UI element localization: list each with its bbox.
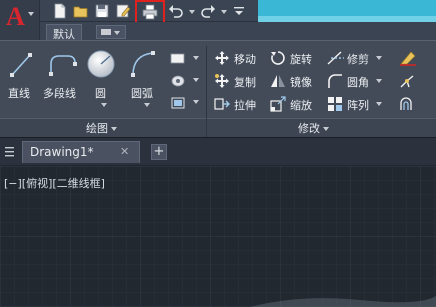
polyline-tool-label[interactable]: 多段线 [43,85,76,101]
circle-tool-label[interactable]: 圆 [95,85,106,101]
chevron-down-icon [111,127,117,131]
circle-tool-icon[interactable] [86,49,116,79]
line-tool-label[interactable]: 直线 [8,85,30,101]
redo-icon[interactable] [200,3,216,19]
fillet-dropdown-icon[interactable] [376,79,382,83]
stretch-label[interactable]: 拉伸 [234,97,256,113]
boundary-dropdown-icon[interactable] [193,100,199,104]
scale-label[interactable]: 缩放 [290,97,312,113]
document-tab-label[interactable]: Drawing1* [30,145,94,159]
offset-icon[interactable] [399,96,417,112]
circle-dropdown-icon[interactable] [101,103,107,107]
undo-icon[interactable] [168,3,184,19]
panel-divider [206,118,207,137]
fillet-icon[interactable] [327,73,343,89]
autocad-window: A 默认 直线 多段线 圆 圆弧 移动 旋转 修剪 复制 镜像 圆角 拉伸 缩放… [0,0,436,307]
draw-panel-label: 绘图 [86,122,108,135]
ribbon-view-toggle[interactable] [96,25,126,39]
chevron-down-icon [28,12,34,16]
array-dropdown-icon[interactable] [376,102,382,106]
panel-title-bar [0,118,436,137]
redo-dropdown-icon[interactable] [221,10,227,14]
hatch-tool-icon[interactable] [170,74,186,88]
array-icon[interactable] [327,96,343,112]
rectangle-dropdown-icon[interactable] [193,56,199,60]
stretch-icon[interactable] [214,96,230,112]
fillet-label[interactable]: 圆角 [347,74,369,90]
save-icon[interactable] [94,3,110,19]
application-menu-button[interactable]: A [0,0,40,40]
modify-panel-title[interactable]: 修改 [298,120,329,136]
hatch-dropdown-icon[interactable] [193,78,199,82]
arc-dropdown-icon[interactable] [144,103,150,107]
arc-tool-label[interactable]: 圆弧 [131,85,153,101]
explode-icon[interactable] [399,73,417,89]
undo-dropdown-icon[interactable] [189,10,195,14]
trim-label[interactable]: 修剪 [347,51,369,67]
boundary-tool-icon[interactable] [170,96,186,110]
chevron-down-icon [323,127,329,131]
mirror-icon[interactable] [270,73,286,89]
trim-dropdown-icon[interactable] [376,56,382,60]
trim-icon[interactable] [327,50,345,66]
line-tool-icon[interactable] [9,52,33,78]
tab-default[interactable]: 默认 [46,24,82,41]
array-label[interactable]: 阵列 [347,97,369,113]
save-as-icon[interactable] [115,3,131,19]
rotate-icon[interactable] [270,50,286,66]
mirror-label[interactable]: 镜像 [290,74,312,90]
arc-tool-icon[interactable] [130,50,156,78]
copy-icon[interactable] [214,73,230,89]
rectangle-tool-icon[interactable] [170,52,186,66]
new-file-icon[interactable] [52,3,68,19]
title-area [258,0,436,22]
panel-toggle-icon [101,29,120,35]
move-label[interactable]: 移动 [234,51,256,67]
menu-lines-icon[interactable] [5,146,15,158]
autocad-logo-icon: A [6,2,25,31]
modify-panel-label: 修改 [298,122,320,135]
move-icon[interactable] [214,50,230,66]
close-icon[interactable]: ✕ [120,145,129,158]
customize-toolbar-icon[interactable] [233,5,245,17]
draw-panel-title[interactable]: 绘图 [86,120,117,136]
new-tab-button[interactable]: + [151,144,167,160]
open-folder-icon[interactable] [73,3,89,19]
scale-icon[interactable] [270,96,286,112]
rotate-label[interactable]: 旋转 [290,51,312,67]
viewport-controls[interactable]: [−][俯视][二维线框] [4,175,105,191]
polyline-tool-icon[interactable] [48,52,78,78]
copy-label[interactable]: 复制 [234,74,256,90]
erase-icon[interactable] [399,50,417,66]
